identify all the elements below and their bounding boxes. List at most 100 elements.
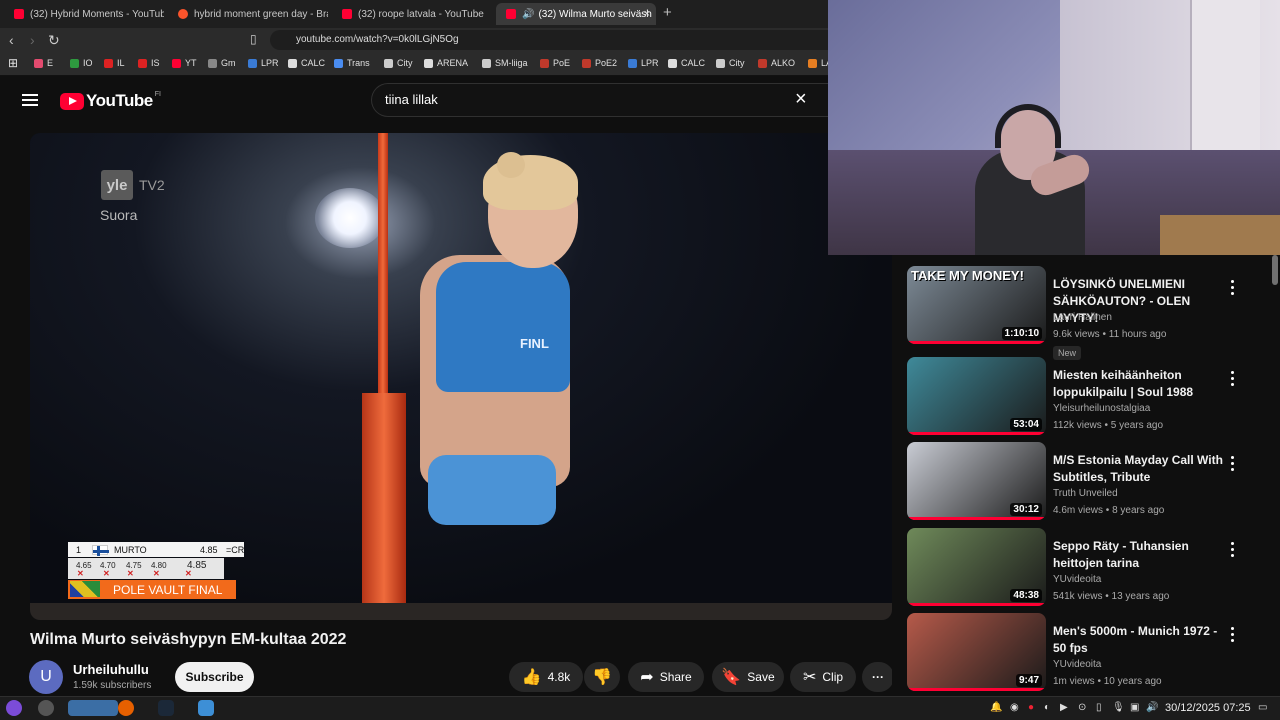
- recommendation-channel[interactable]: Yleisurheilunostalgiaa: [1053, 403, 1150, 414]
- bookmark-calc[interactable]: CALC: [668, 58, 705, 68]
- attempt-miss-icon: ✕: [185, 569, 192, 578]
- show-desktop-icon[interactable]: ▭: [1258, 702, 1267, 713]
- clipboard-icon[interactable]: ▯: [1096, 702, 1102, 713]
- video-thumbnail[interactable]: 53:04: [907, 357, 1046, 435]
- more-options-icon[interactable]: [1231, 456, 1235, 472]
- bookmark-io[interactable]: IO: [70, 58, 93, 68]
- clear-search-icon[interactable]: ×: [795, 88, 807, 111]
- video-thumbnail[interactable]: 9:47: [907, 613, 1046, 691]
- bookmark-e[interactable]: E: [34, 58, 53, 68]
- bookmark-icon: 🔖: [721, 669, 742, 686]
- video-thumbnail[interactable]: 30:12: [907, 442, 1046, 520]
- recommendation-item[interactable]: 53:04 Miesten keihäänheiton loppukilpailu…: [907, 357, 1267, 437]
- bookmark-trans[interactable]: Trans: [334, 58, 370, 68]
- forward-icon[interactable]: ›: [30, 32, 35, 48]
- search-query[interactable]: tiina lillak: [385, 92, 438, 107]
- finland-flag-icon: [92, 545, 109, 556]
- recommendation-channel[interactable]: YUvideoita: [1053, 659, 1101, 670]
- youtube-logo[interactable]: YouTube FI: [60, 91, 161, 111]
- video-thumbnail[interactable]: TAKE MY MONEY! 1:10:10: [907, 266, 1046, 344]
- channel-avatar[interactable]: U: [29, 660, 63, 694]
- new-tab-button[interactable]: +: [663, 4, 672, 21]
- bookmark-poe[interactable]: PoE: [540, 58, 570, 68]
- bookmark-il[interactable]: IL: [104, 58, 125, 68]
- more-options-icon[interactable]: [1231, 371, 1235, 387]
- more-options-icon[interactable]: [1231, 280, 1235, 296]
- bookmark-calc[interactable]: CALC: [288, 58, 325, 68]
- firefox-icon[interactable]: [118, 700, 134, 716]
- sidebar-scrollbar[interactable]: [1272, 255, 1278, 285]
- recommendation-channel[interactable]: Truth Unveiled: [1053, 488, 1118, 499]
- steam-icon[interactable]: [158, 700, 174, 716]
- reload-icon[interactable]: ↻: [48, 32, 60, 49]
- dislike-button[interactable]: 👎: [584, 662, 620, 692]
- recommendation-item[interactable]: 48:38 Seppo Räty - Tuhansien heittojen ta…: [907, 528, 1267, 608]
- recommendation-channel[interactable]: Lauri Halinen: [1053, 312, 1112, 323]
- bookmark-arena[interactable]: ARENA: [424, 58, 468, 68]
- like-button[interactable]: 👍 4.8k: [509, 662, 583, 692]
- bookmark-lpr[interactable]: LPR: [248, 58, 279, 68]
- tab-roope-latvala[interactable]: (32) roope latvala - YouTube: [332, 3, 492, 25]
- file-manager-icon[interactable]: [198, 700, 214, 716]
- apps-grid-icon[interactable]: ⊞: [8, 56, 18, 70]
- volume-icon[interactable]: 🔊: [1146, 702, 1158, 713]
- channel-tag: TV2: [139, 177, 165, 193]
- more-actions-button[interactable]: ···: [862, 662, 894, 692]
- media-play-icon[interactable]: ▶: [1060, 702, 1068, 713]
- more-options-icon[interactable]: [1231, 627, 1235, 643]
- scoreboard-record: =CR: [226, 545, 245, 555]
- youtube-wordmark: YouTube: [86, 91, 153, 110]
- back-icon[interactable]: ‹: [9, 32, 14, 48]
- os-taskbar: [0, 696, 1280, 720]
- tab-wilma-murto[interactable]: 🔊 (32) Wilma Murto seiväsh ×: [496, 3, 656, 25]
- bookmark-label: YT: [185, 58, 197, 68]
- more-options-icon[interactable]: [1231, 542, 1235, 558]
- bookmark-yt[interactable]: YT: [172, 58, 197, 68]
- recommendation-channel[interactable]: YUvideoita: [1053, 574, 1101, 585]
- url-text[interactable]: youtube.com/watch?v=0k0lLGjN5Og: [296, 34, 459, 45]
- tab-hybrid-moment-search[interactable]: hybrid moment green day - Bra: [168, 3, 328, 25]
- microphone-icon[interactable]: 🎙: [1112, 702, 1125, 713]
- bookmark-favicon-icon: [628, 58, 637, 68]
- clip-button[interactable]: ✂ Clip: [790, 662, 856, 692]
- recommendation-item[interactable]: 9:47 Men's 5000m - Munich 1972 - 50 fps YU…: [907, 613, 1267, 693]
- bookmark-alko[interactable]: ALKO: [758, 58, 795, 68]
- bookmark-poe2[interactable]: PoE2: [582, 58, 617, 68]
- bookmark-is[interactable]: IS: [138, 58, 160, 68]
- recommendation-item[interactable]: 30:12 M/S Estonia Mayday Call With Subtit…: [907, 442, 1267, 522]
- save-button[interactable]: 🔖 Save: [712, 662, 784, 692]
- subscribe-button[interactable]: Subscribe: [175, 662, 254, 692]
- watch-progress-bar: [907, 432, 1046, 435]
- bookmark-city[interactable]: City: [716, 58, 745, 68]
- recommendation-item[interactable]: TAKE MY MONEY! 1:10:10 LÖYSINKÖ UNELMIENI …: [907, 266, 1267, 360]
- tab-label: (32) Hybrid Moments - YouTube: [30, 8, 164, 20]
- search-input[interactable]: [371, 83, 828, 117]
- recommendation-title[interactable]: Seppo Räty - Tuhansien heittojen tarina: [1053, 538, 1228, 572]
- steam-tray-icon[interactable]: ◉: [1010, 702, 1019, 713]
- app-tray-icon[interactable]: ◐: [1044, 702, 1050, 713]
- share-button[interactable]: ➦ Share: [628, 662, 704, 692]
- network-icon[interactable]: ▣: [1130, 702, 1139, 713]
- recommendation-title[interactable]: M/S Estonia Mayday Call With Subtitles, …: [1053, 452, 1228, 486]
- tab-hybrid-moments[interactable]: (32) Hybrid Moments - YouTube: [4, 3, 164, 25]
- bookmark-gm[interactable]: Gm: [208, 58, 236, 68]
- youtube-favicon-icon: [14, 9, 24, 19]
- recommendation-title[interactable]: Men's 5000m - Munich 1972 - 50 fps: [1053, 623, 1228, 657]
- bookmark-sm-liiga[interactable]: SM-liiga: [482, 58, 528, 68]
- system-icon[interactable]: [38, 700, 54, 716]
- menu-icon[interactable]: [22, 94, 38, 106]
- bookmark-page-icon[interactable]: ▯: [250, 32, 257, 46]
- update-icon[interactable]: ⊙: [1078, 702, 1086, 713]
- record-icon[interactable]: ●: [1028, 702, 1034, 713]
- recommendation-title[interactable]: Miesten keihäänheiton loppukilpailu | So…: [1053, 367, 1228, 401]
- channel-name[interactable]: Urheiluhullu: [73, 662, 149, 677]
- video-thumbnail[interactable]: 48:38: [907, 528, 1046, 606]
- notification-icon[interactable]: 🔔: [990, 702, 1002, 713]
- bookmark-city[interactable]: City: [384, 58, 413, 68]
- brave-taskbar-icon[interactable]: [68, 700, 118, 716]
- close-tab-icon[interactable]: ×: [644, 8, 650, 20]
- scoreboard-rank: 1: [76, 545, 82, 555]
- bookmark-favicon-icon: [482, 58, 491, 68]
- bookmark-lpr[interactable]: LPR: [628, 58, 659, 68]
- start-menu-icon[interactable]: [6, 700, 22, 716]
